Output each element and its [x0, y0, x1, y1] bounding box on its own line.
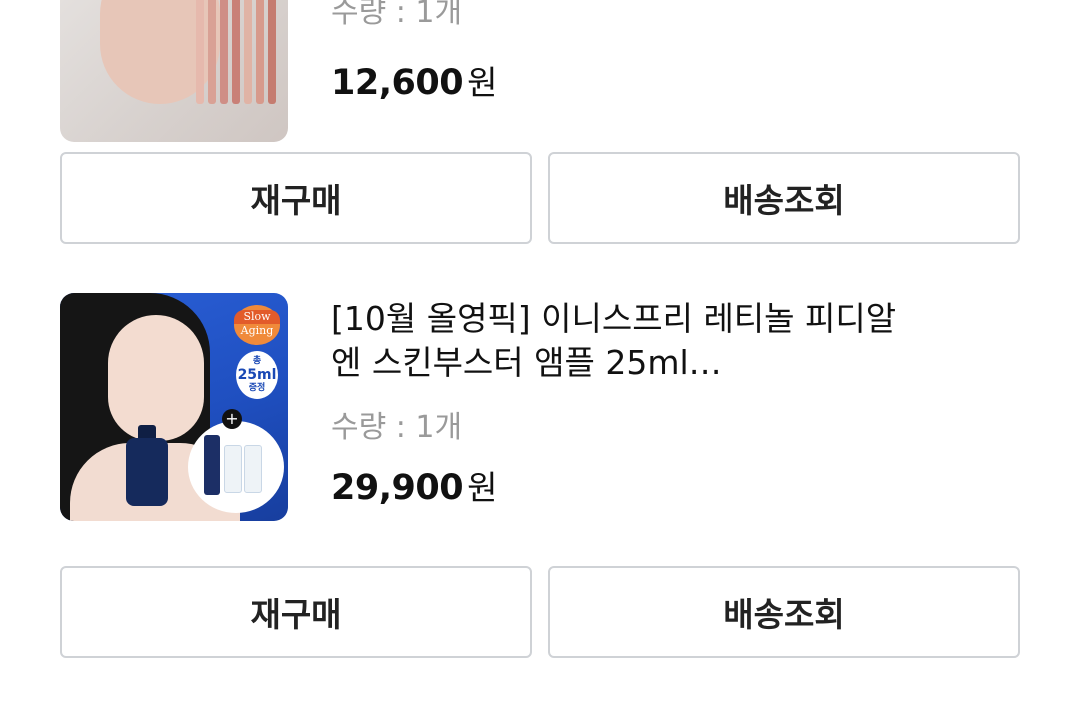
price-row: 12,600 원	[331, 56, 497, 104]
product-title[interactable]: [10월 올영픽] 이니스프리 레티놀 피디알엔 스킨부스터 앰플 25ml…	[331, 297, 921, 385]
price-row: 29,900 원	[331, 461, 1021, 509]
action-buttons: 재구매 배송조회	[60, 566, 1020, 662]
rebuy-button[interactable]: 재구매	[60, 566, 532, 658]
track-delivery-button[interactable]: 배송조회	[548, 566, 1020, 658]
quantity-text: 수량 : 1개	[331, 410, 463, 445]
product-image[interactable]	[60, 0, 288, 142]
gift-bottle	[204, 435, 220, 495]
order-list: 수량 : 1개 12,600 원 재구매 배송조회 + Slow Aging 총…	[0, 0, 1080, 702]
product-image[interactable]: + Slow Aging 총 25ml 증정	[60, 293, 288, 521]
price-currency: 원	[467, 63, 498, 102]
quantity-text: 수량 : 1개	[331, 0, 463, 30]
product-info: [10월 올영픽] 이니스프리 레티놀 피디알엔 스킨부스터 앰플 25ml… …	[331, 297, 1021, 509]
gift-tube	[224, 445, 242, 493]
price-currency: 원	[467, 468, 498, 507]
volume-gift-badge: 총 25ml 증정	[236, 351, 278, 399]
price-amount: 29,900	[331, 468, 464, 508]
plus-icon: +	[222, 409, 242, 429]
ampoule-bottle	[126, 438, 168, 506]
action-buttons: 재구매 배송조회	[60, 152, 1020, 248]
slow-aging-badge: Slow Aging	[234, 305, 280, 345]
gift-tube	[244, 445, 262, 493]
model-face	[108, 315, 204, 441]
price-amount: 12,600	[331, 63, 464, 103]
lip-swatches	[196, 0, 276, 104]
rebuy-button[interactable]: 재구매	[60, 152, 532, 244]
track-delivery-button[interactable]: 배송조회	[548, 152, 1020, 244]
